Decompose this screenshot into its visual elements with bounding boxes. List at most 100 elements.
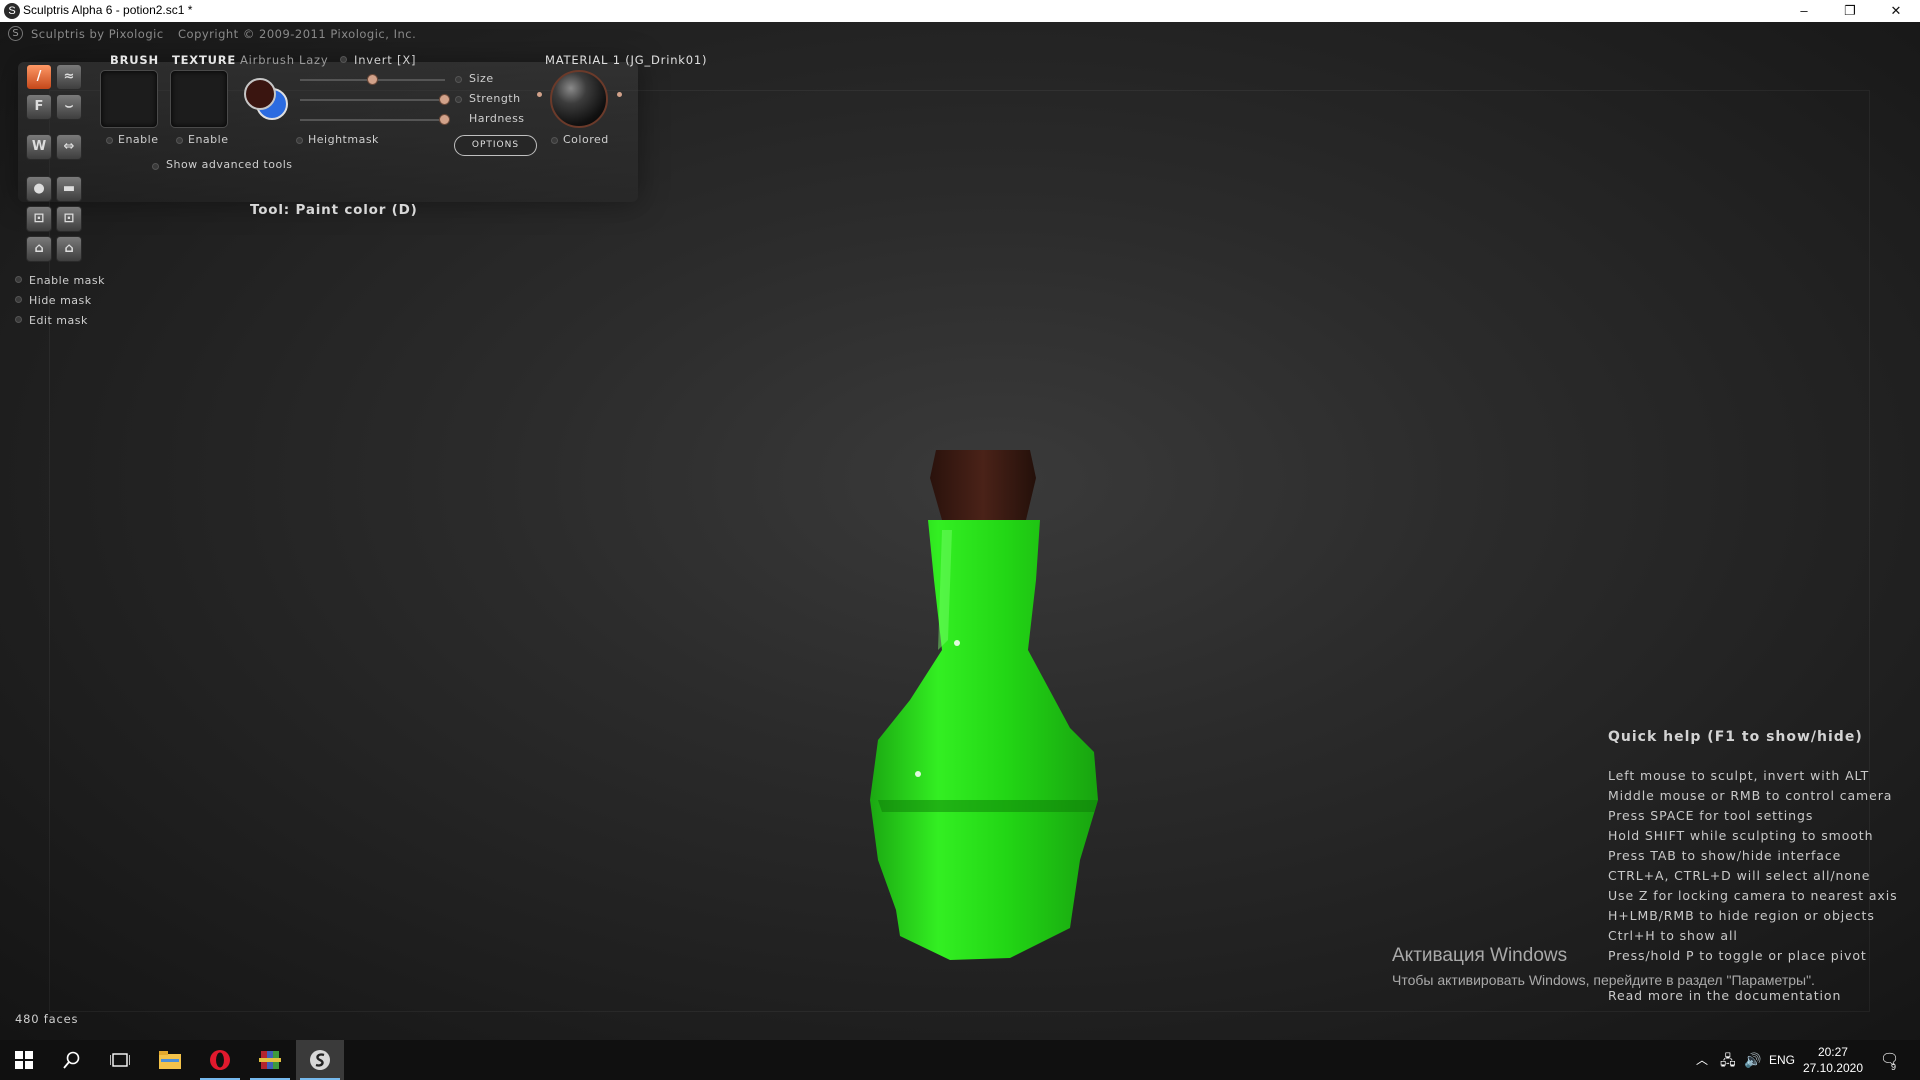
enable-mask-option[interactable]: Enable mask <box>15 274 105 287</box>
hardness-label: Hardness <box>469 112 525 125</box>
task-view-icon[interactable] <box>96 1040 144 1080</box>
edit-mask-checkbox[interactable] <box>15 316 22 323</box>
potion-bottle-model[interactable] <box>830 440 1150 960</box>
window-title: Sculptris Alpha 6 - potion2.sc1 * <box>23 3 193 17</box>
colored-label: Colored <box>563 133 609 146</box>
paint-bump-tool-icon[interactable]: ≈ <box>56 64 82 90</box>
paint-color-tool-icon[interactable]: / <box>26 64 52 90</box>
strength-slider-knob[interactable] <box>439 94 450 105</box>
taskbar: ︿ 🖧 🔊 ENG 20:27 27.10.2020 🗨 9 <box>0 1040 1920 1080</box>
hardness-slider-track[interactable] <box>300 119 445 121</box>
sphere-tool-icon[interactable]: ● <box>26 176 52 202</box>
quick-help-title: Quick help (F1 to show/hide) <box>1608 729 1863 745</box>
plane-tool-icon[interactable]: ▬ <box>56 176 82 202</box>
clock-date: 27.10.2020 <box>1802 1061 1863 1075</box>
invert-checkbox[interactable] <box>340 56 347 63</box>
winrar-icon[interactable] <box>246 1040 294 1080</box>
invert-label[interactable]: Invert [X] <box>354 53 416 67</box>
hide-mask-checkbox[interactable] <box>15 296 22 303</box>
restore-button[interactable]: ❐ <box>1827 0 1873 22</box>
primary-color-picker[interactable] <box>244 78 276 110</box>
colored-checkbox[interactable] <box>551 137 558 144</box>
search-icon[interactable] <box>48 1040 96 1080</box>
hardness-slider-knob[interactable] <box>439 114 450 125</box>
help-line: Press SPACE for tool settings <box>1608 808 1814 823</box>
material-next-arrow[interactable] <box>617 92 622 97</box>
size-pressure-toggle[interactable] <box>455 76 462 83</box>
options-button[interactable]: OPTIONS <box>454 135 537 156</box>
copyright-text: Copyright © 2009-2011 Pixologic, Inc. <box>178 27 417 41</box>
show-advanced-checkbox[interactable] <box>152 163 159 170</box>
material-preview[interactable] <box>550 70 608 128</box>
title-bar: S Sculptris Alpha 6 - potion2.sc1 * – ❐ … <box>0 0 1920 22</box>
volume-icon[interactable]: 🔊 <box>1744 1040 1761 1080</box>
material-prev-arrow[interactable] <box>537 92 542 97</box>
open-file-icon[interactable]: ⌂ <box>26 236 52 262</box>
strength-label: Strength <box>469 92 521 105</box>
material-header: MATERIAL 1 (JG_Drink01) <box>545 53 708 67</box>
airbrush-toggle[interactable]: Airbrush <box>240 53 295 67</box>
enable-mask-checkbox[interactable] <box>15 276 22 283</box>
potion-specular-2 <box>915 771 921 777</box>
strength-slider-track[interactable] <box>300 99 445 101</box>
lazy-toggle[interactable]: Lazy <box>299 53 329 67</box>
hide-mask-label: Hide mask <box>29 294 92 307</box>
start-button[interactable] <box>0 1040 48 1080</box>
help-line: Hold SHIFT while sculpting to smooth <box>1608 828 1874 843</box>
import-obj-icon[interactable]: ⊡ <box>26 206 52 232</box>
activation-watermark-title: Активация Windows <box>1392 945 1568 966</box>
texture-swatch[interactable] <box>170 70 228 128</box>
face-count: 480 faces <box>15 1012 79 1026</box>
potion-shadow-band <box>878 800 1098 812</box>
size-slider-knob[interactable] <box>366 74 378 85</box>
windows-logo-icon <box>15 1051 33 1069</box>
brush-enable-label: Enable <box>118 133 159 146</box>
notification-count: 9 <box>1891 1062 1897 1072</box>
help-documentation-link[interactable]: Read more in the documentation <box>1608 988 1841 1003</box>
help-line: Press TAB to show/hide interface <box>1608 848 1842 863</box>
symmetry-tool-icon[interactable]: ⇔ <box>56 134 82 160</box>
minimize-button[interactable]: – <box>1781 0 1827 22</box>
save-file-icon[interactable]: ⌂ <box>56 236 82 262</box>
activation-watermark-subtitle: Чтобы активировать Windows, перейдите в … <box>1392 972 1815 988</box>
enable-mask-label: Enable mask <box>29 274 106 287</box>
clock[interactable]: 20:27 27.10.2020 <box>1803 1044 1863 1076</box>
texture-enable-label: Enable <box>188 133 229 146</box>
sculptris-taskbar-icon[interactable] <box>296 1040 344 1080</box>
potion-glass <box>870 520 1098 960</box>
crease-tool-icon[interactable]: W <box>26 134 52 160</box>
close-button[interactable]: ✕ <box>1873 0 1919 22</box>
edit-mask-option[interactable]: Edit mask <box>15 314 88 327</box>
action-center-icon[interactable]: 🗨 <box>1880 1040 1899 1080</box>
network-icon[interactable]: 🖧 <box>1720 1040 1736 1080</box>
help-line: Middle mouse or RMB to control camera <box>1608 788 1893 803</box>
size-label: Size <box>469 72 494 85</box>
edit-mask-label: Edit mask <box>29 314 88 327</box>
help-line: Left mouse to sculpt, invert with ALT <box>1608 768 1870 783</box>
smooth-tool-icon[interactable]: ⌣ <box>56 94 82 120</box>
brush-header: BRUSH <box>110 53 159 67</box>
export-obj-icon[interactable]: ⊡ <box>56 206 82 232</box>
brush-swatch[interactable] <box>100 70 158 128</box>
current-tool-label: Tool: Paint color (D) <box>250 202 418 218</box>
texture-enable-checkbox[interactable] <box>176 137 183 144</box>
sculptris-app-icon[interactable]: S <box>4 3 20 19</box>
flatten-tool-icon[interactable]: F <box>26 94 52 120</box>
help-line: Use Z for locking camera to nearest axis <box>1608 888 1898 903</box>
hide-mask-option[interactable]: Hide mask <box>15 294 92 307</box>
input-language[interactable]: ENG <box>1769 1040 1795 1080</box>
heightmask-label: Heightmask <box>308 133 379 146</box>
heightmask-checkbox[interactable] <box>296 137 303 144</box>
brand-name: Sculptris by Pixologic <box>31 27 164 41</box>
opera-browser-icon[interactable] <box>196 1040 244 1080</box>
help-line: CTRL+A, CTRL+D will select all/none <box>1608 868 1871 883</box>
show-hidden-icons-chevron-icon[interactable]: ︿ <box>1696 1040 1708 1080</box>
strength-pressure-toggle[interactable] <box>455 96 462 103</box>
sculpt-viewport[interactable]: S Sculptris by Pixologic Copyright © 200… <box>0 22 1920 1040</box>
brush-enable-checkbox[interactable] <box>106 137 113 144</box>
help-line: Press/hold P to toggle or place pivot <box>1608 948 1867 963</box>
help-line: Ctrl+H to show all <box>1608 928 1738 943</box>
potion-specular-1 <box>954 640 960 646</box>
file-explorer-icon[interactable] <box>146 1040 194 1080</box>
clock-time: 20:27 <box>1817 1045 1848 1059</box>
